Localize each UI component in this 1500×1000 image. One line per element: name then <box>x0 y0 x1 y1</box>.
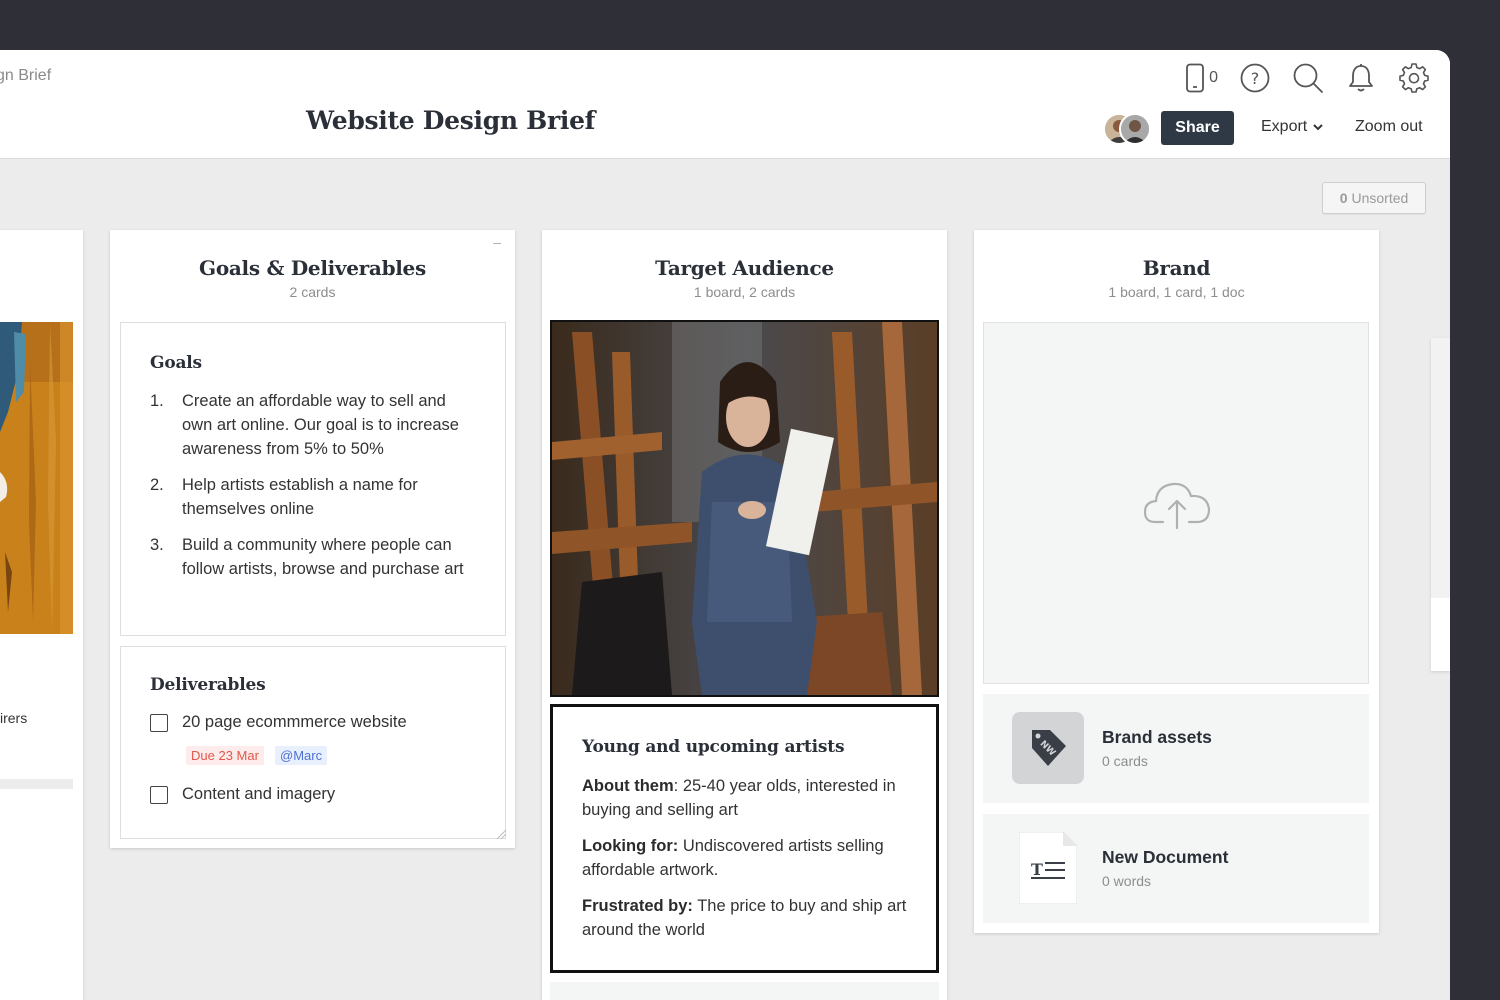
task-checkbox[interactable] <box>150 713 168 732</box>
document-thumbnail: T <box>1018 831 1078 905</box>
column-target-audience[interactable]: Target Audience 1 board, 2 cards Young a… <box>542 230 947 1000</box>
unsorted-button[interactable]: 0 Unsorted <box>1322 182 1426 214</box>
list-item: 2. Help artists establish a name for the… <box>150 473 480 521</box>
tag-icon: NW <box>1032 730 1066 766</box>
person-icon <box>1121 115 1149 143</box>
help-icon: ? <box>1240 63 1270 93</box>
zoom-out-button[interactable]: Zoom out <box>1355 118 1423 136</box>
task-text: 20 page ecommmerce website <box>182 713 407 731</box>
list-text: Create an affordable way to sell and own… <box>182 392 459 458</box>
app-window: gn Brief Website Design Brief 0 ? Share … <box>0 50 1450 1000</box>
list-item: 1. Create an affordable way to sell and … <box>150 389 480 461</box>
list-text: Build a community where people can follo… <box>182 536 464 578</box>
help-button[interactable]: ? <box>1239 62 1271 94</box>
mobile-device-icon <box>1186 63 1204 93</box>
list-number: 2. <box>150 476 164 494</box>
column-title[interactable]: Goals & Deliverables <box>110 256 515 280</box>
frustrated-label: Frustrated by: <box>582 897 693 915</box>
column-goals-deliverables[interactable]: – Goals & Deliverables 2 cards Goals 1. … <box>110 230 515 848</box>
persona-text: About them: 25-40 year olds, interested … <box>582 774 912 954</box>
unsorted-label: Unsorted <box>1351 190 1409 206</box>
card-title: Goals <box>150 353 202 373</box>
persona-card[interactable]: Young and upcoming artists About them: 2… <box>550 704 939 973</box>
task-item: 20 page ecommmerce website <box>150 713 407 732</box>
column-subtitle: 1 board, 2 cards <box>693 284 796 300</box>
list-text: Help artists establish a name for themse… <box>182 476 418 518</box>
page-title[interactable]: Website Design Brief <box>306 106 595 135</box>
partial-card-divider <box>0 779 73 789</box>
card-title: Deliverables <box>150 675 266 695</box>
document-subtitle: 0 words <box>1102 873 1152 889</box>
next-card-peek[interactable] <box>550 982 939 1000</box>
avatar <box>1119 113 1151 145</box>
svg-text:T: T <box>1031 860 1043 879</box>
top-icon-bar: 0 ? <box>1185 62 1430 94</box>
task-text: Content and imagery <box>182 785 336 803</box>
board-subtitle: 0 cards <box>1102 753 1148 769</box>
export-button[interactable]: Export <box>1261 118 1325 136</box>
device-button[interactable]: 0 <box>1185 63 1218 93</box>
collaborator-avatars[interactable] <box>1103 113 1151 145</box>
notifications-button[interactable] <box>1345 62 1377 94</box>
resize-handle-icon[interactable] <box>495 828 507 840</box>
document-title: New Document <box>1102 847 1229 867</box>
share-button[interactable]: Share <box>1161 111 1234 145</box>
search-button[interactable] <box>1292 62 1324 94</box>
board-header: gn Brief Website Design Brief 0 ? Share … <box>0 50 1450 159</box>
goal-list: 1. Create an affordable way to sell and … <box>150 389 480 593</box>
bell-icon <box>1349 64 1373 92</box>
scroll-thumb[interactable] <box>1431 338 1450 598</box>
brand-assets-board[interactable]: NW Brand assets 0 cards <box>983 694 1369 803</box>
list-number: 1. <box>150 392 164 410</box>
board-thumbnail: NW <box>1012 712 1084 784</box>
image-card[interactable] <box>550 320 939 697</box>
artist-photo <box>552 322 937 695</box>
upload-dropzone[interactable] <box>983 322 1369 684</box>
settings-button[interactable] <box>1398 62 1430 94</box>
task-item: Content and imagery <box>150 785 335 804</box>
deliverables-card[interactable]: Deliverables 20 page ecommmerce website … <box>120 646 507 840</box>
cloud-upload-icon <box>1143 482 1211 530</box>
column-title[interactable]: Target Audience <box>542 256 947 280</box>
card-title: Young and upcoming artists <box>582 737 845 757</box>
assignee-tag[interactable]: @Marc <box>275 746 328 765</box>
new-document[interactable]: T New Document 0 words <box>983 814 1369 923</box>
column-title[interactable]: Brand <box>974 256 1379 280</box>
looking-label: Looking for: <box>582 837 679 855</box>
export-label: Export <box>1261 118 1308 135</box>
due-date-tag[interactable]: Due 23 Mar <box>186 746 264 765</box>
list-number: 3. <box>150 536 164 554</box>
collapse-button[interactable]: – <box>493 234 501 250</box>
horizontal-scroll-peek[interactable] <box>1431 338 1450 671</box>
list-item: 3. Build a community where people can fo… <box>150 533 480 581</box>
partial-card-image[interactable] <box>0 322 73 634</box>
column-subtitle: 1 board, 1 card, 1 doc <box>1108 284 1245 300</box>
search-icon <box>1293 63 1323 93</box>
breadcrumb[interactable]: gn Brief <box>0 67 51 85</box>
column-brand[interactable]: Brand 1 board, 1 card, 1 doc NW Brand as… <box>974 230 1379 933</box>
board-title: Brand assets <box>1102 727 1212 747</box>
about-label: About them <box>582 777 674 795</box>
task-checkbox[interactable] <box>150 785 168 804</box>
partial-text: irers <box>0 710 28 726</box>
chevron-down-icon <box>1313 124 1323 131</box>
painting-image <box>0 322 73 634</box>
document-icon: T <box>1018 831 1078 905</box>
column-subtitle: 2 cards <box>289 284 336 300</box>
gear-icon <box>1399 63 1429 93</box>
unsorted-count: 0 <box>1339 190 1348 206</box>
device-count: 0 <box>1209 69 1218 86</box>
goals-card[interactable]: Goals 1. Create an affordable way to sel… <box>120 322 506 636</box>
partial-column: irers <box>0 230 83 1000</box>
svg-text:?: ? <box>1251 69 1260 88</box>
